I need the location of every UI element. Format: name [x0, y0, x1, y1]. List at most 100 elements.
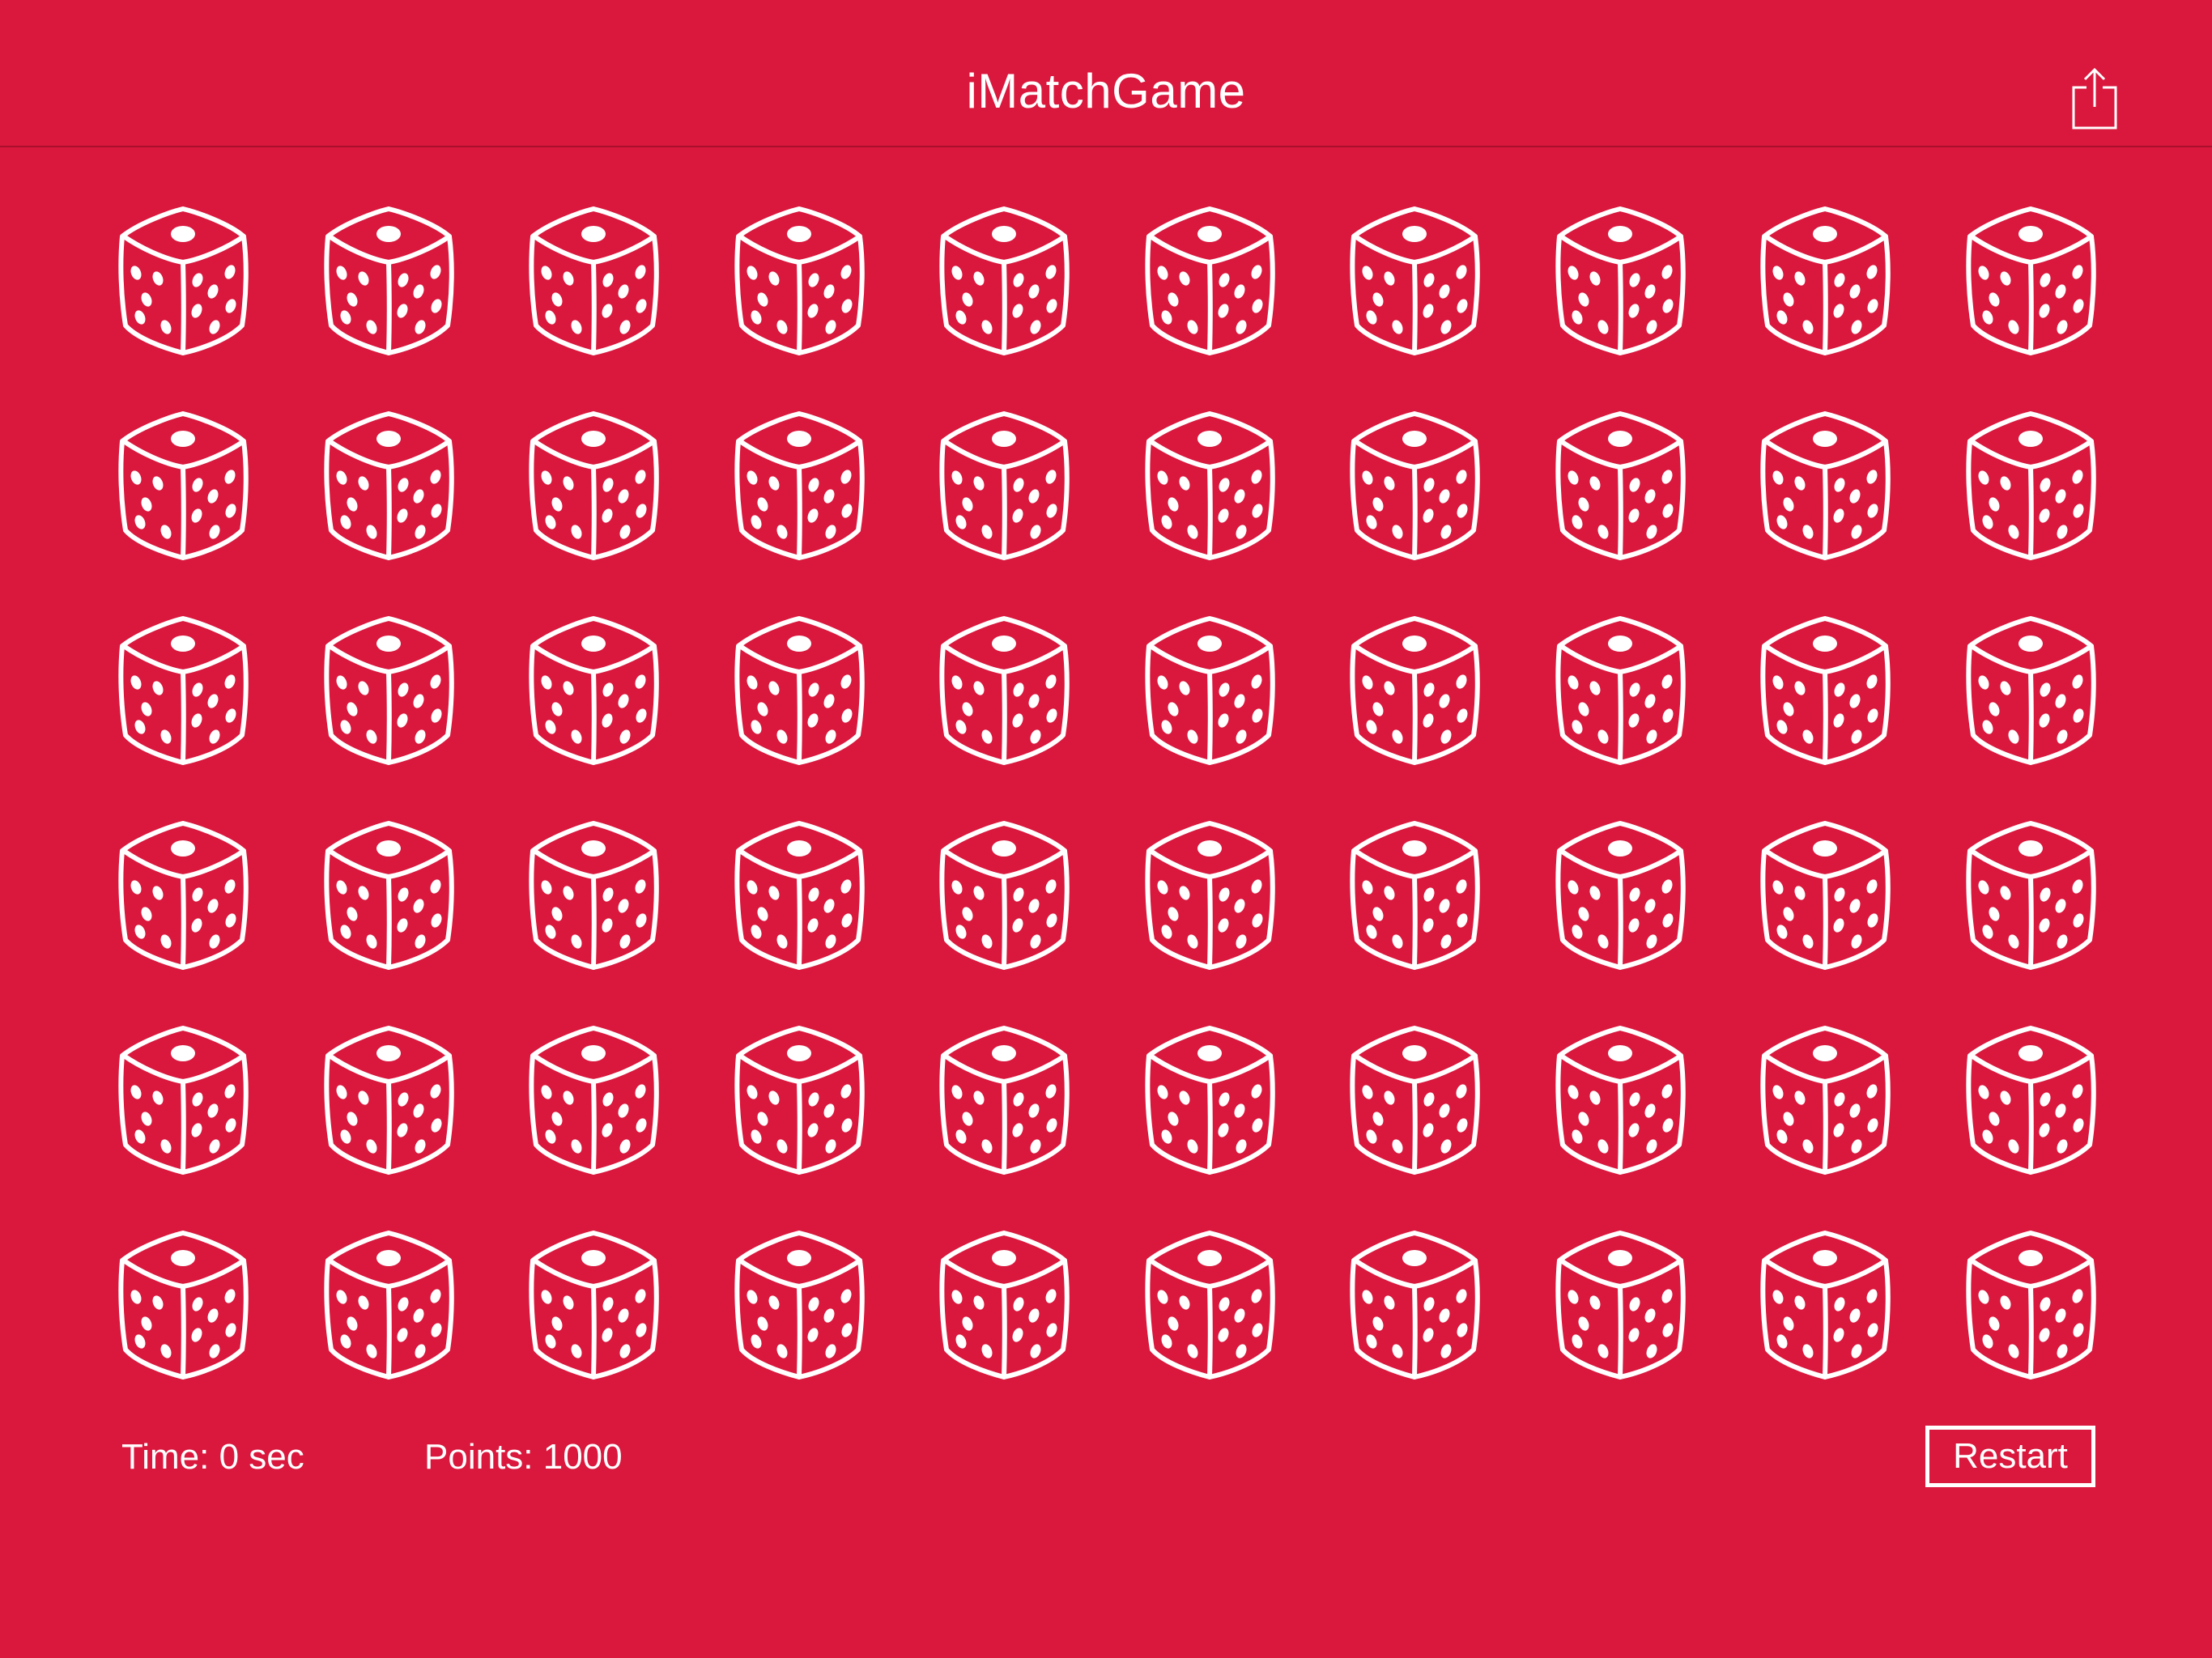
card-face-down[interactable] — [526, 1228, 661, 1382]
card-face-down[interactable] — [116, 614, 250, 767]
dice-icon — [939, 411, 1070, 560]
card-face-down[interactable] — [1553, 1228, 1687, 1382]
restart-button[interactable]: Restart — [1925, 1426, 2095, 1487]
card-face-down[interactable] — [937, 1023, 1071, 1177]
dice-icon — [1350, 616, 1480, 765]
card-face-down[interactable] — [116, 818, 250, 972]
card-face-down[interactable] — [1553, 204, 1687, 358]
dice-icon — [1965, 1026, 2096, 1175]
card-face-down[interactable] — [1347, 1228, 1482, 1382]
dice-icon — [323, 616, 454, 765]
card-face-down[interactable] — [732, 1228, 866, 1382]
card-face-down[interactable] — [321, 614, 456, 767]
card-face-down[interactable] — [732, 614, 866, 767]
dice-icon — [734, 821, 865, 970]
card-face-down[interactable] — [732, 818, 866, 972]
dice-icon — [529, 821, 659, 970]
card-face-down[interactable] — [732, 1023, 866, 1177]
dice-icon — [118, 1231, 249, 1380]
card-face-down[interactable] — [116, 1228, 250, 1382]
dice-icon — [529, 206, 659, 355]
dice-icon — [1350, 411, 1480, 560]
card-face-down[interactable] — [1142, 409, 1277, 563]
card-face-down[interactable] — [1963, 1023, 2098, 1177]
card-face-down[interactable] — [1758, 1023, 1892, 1177]
dice-icon — [1760, 821, 1891, 970]
card-face-down[interactable] — [937, 614, 1071, 767]
dice-icon — [734, 411, 865, 560]
dice-icon — [1350, 1231, 1480, 1380]
card-face-down[interactable] — [1758, 409, 1892, 563]
card-face-down[interactable] — [526, 818, 661, 972]
card-face-down[interactable] — [321, 409, 456, 563]
dice-icon — [323, 206, 454, 355]
dice-icon — [1555, 1231, 1686, 1380]
card-face-down[interactable] — [1758, 818, 1892, 972]
dice-icon — [1555, 616, 1686, 765]
card-face-down[interactable] — [321, 818, 456, 972]
card-face-down[interactable] — [321, 204, 456, 358]
card-face-down[interactable] — [1347, 204, 1482, 358]
card-face-down[interactable] — [1963, 1228, 2098, 1382]
card-face-down[interactable] — [937, 204, 1071, 358]
card-face-down[interactable] — [1347, 409, 1482, 563]
card-face-down[interactable] — [1758, 204, 1892, 358]
dice-icon — [1144, 1026, 1275, 1175]
card-face-down[interactable] — [1758, 1228, 1892, 1382]
card-face-down[interactable] — [116, 409, 250, 563]
dice-icon — [118, 616, 249, 765]
share-button[interactable] — [2069, 66, 2121, 131]
card-face-down[interactable] — [732, 204, 866, 358]
dice-icon — [1144, 1231, 1275, 1380]
card-face-down[interactable] — [1142, 1228, 1277, 1382]
card-face-down[interactable] — [1142, 1023, 1277, 1177]
dice-icon — [1760, 1026, 1891, 1175]
card-face-down[interactable] — [1553, 409, 1687, 563]
card-face-down[interactable] — [321, 1228, 456, 1382]
card-face-down[interactable] — [321, 1023, 456, 1177]
dice-icon — [939, 1231, 1070, 1380]
card-face-down[interactable] — [1963, 818, 2098, 972]
dice-icon — [734, 1026, 865, 1175]
card-face-down[interactable] — [1963, 204, 2098, 358]
card-face-down[interactable] — [526, 409, 661, 563]
dice-icon — [939, 206, 1070, 355]
card-face-down[interactable] — [116, 1023, 250, 1177]
dice-icon — [323, 1231, 454, 1380]
dice-icon — [939, 616, 1070, 765]
card-face-down[interactable] — [1347, 1023, 1482, 1177]
dice-icon — [529, 411, 659, 560]
card-face-down[interactable] — [1553, 1023, 1687, 1177]
card-face-down[interactable] — [526, 204, 661, 358]
dice-icon — [118, 411, 249, 560]
card-face-down[interactable] — [526, 614, 661, 767]
card-face-down[interactable] — [1142, 204, 1277, 358]
card-face-down[interactable] — [1142, 818, 1277, 972]
card-face-down[interactable] — [1963, 614, 2098, 767]
card-face-down[interactable] — [937, 1228, 1071, 1382]
dice-icon — [529, 1026, 659, 1175]
card-face-down[interactable] — [1553, 818, 1687, 972]
dice-icon — [1144, 616, 1275, 765]
card-face-down[interactable] — [732, 409, 866, 563]
card-face-down[interactable] — [937, 409, 1071, 563]
dice-icon — [118, 1026, 249, 1175]
card-face-down[interactable] — [526, 1023, 661, 1177]
navigation-bar: iMatchGame — [0, 0, 2212, 147]
card-face-down[interactable] — [1963, 409, 2098, 563]
share-icon — [2072, 67, 2117, 130]
card-face-down[interactable] — [1347, 818, 1482, 972]
dice-icon — [323, 821, 454, 970]
dice-icon — [118, 821, 249, 970]
card-face-down[interactable] — [116, 204, 250, 358]
card-face-down[interactable] — [937, 818, 1071, 972]
dice-icon — [1555, 206, 1686, 355]
dice-icon — [1350, 1026, 1480, 1175]
card-face-down[interactable] — [1553, 614, 1687, 767]
dice-icon — [1760, 1231, 1891, 1380]
dice-icon — [939, 821, 1070, 970]
card-face-down[interactable] — [1758, 614, 1892, 767]
card-face-down[interactable] — [1142, 614, 1277, 767]
card-face-down[interactable] — [1347, 614, 1482, 767]
dice-icon — [1350, 206, 1480, 355]
